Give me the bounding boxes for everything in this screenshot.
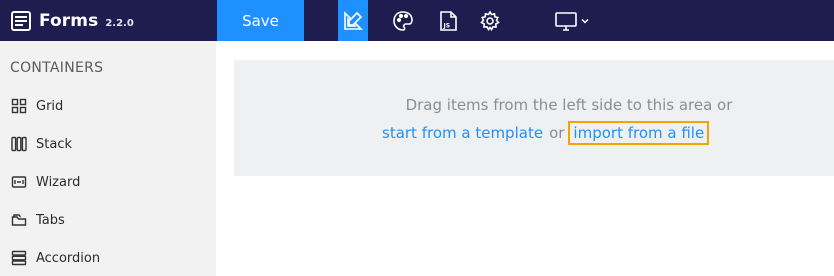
containers-heading: CONTAINERS xyxy=(10,60,104,76)
device-preview-dropdown[interactable] xyxy=(551,0,593,41)
sidebar-item-label: Grid xyxy=(36,98,64,114)
drop-zone-actions: start from a template or import from a f… xyxy=(382,120,710,146)
top-bar: Forms 2.2.0 Save JS xyxy=(0,0,834,41)
palette-icon xyxy=(392,10,414,32)
accordion-icon xyxy=(11,250,27,266)
gear-icon xyxy=(479,9,501,32)
app-brand: Forms 2.2.0 xyxy=(10,0,134,41)
toolbox-sidebar: CONTAINERS Grid Stack Wizard Tabs Accord… xyxy=(0,41,216,276)
grid-icon xyxy=(11,98,27,114)
app-name: Forms xyxy=(39,10,99,31)
app-version: 2.2.0 xyxy=(105,17,134,29)
forms-logo-icon xyxy=(10,10,32,32)
tabs-icon xyxy=(11,212,27,228)
code-tool-button[interactable]: JS xyxy=(434,0,462,41)
sidebar-item-accordion[interactable]: Accordion xyxy=(11,247,100,269)
chevron-down-icon xyxy=(580,16,590,26)
sidebar-item-wizard[interactable]: Wizard xyxy=(11,171,80,193)
theme-tool-button[interactable] xyxy=(389,0,417,41)
js-file-icon: JS xyxy=(437,10,459,32)
save-button[interactable]: Save xyxy=(217,0,304,41)
sidebar-item-label: Accordion xyxy=(36,250,101,266)
sidebar-item-grid[interactable]: Grid xyxy=(11,95,63,117)
or-text: or xyxy=(549,124,565,142)
sidebar-item-label: Stack xyxy=(36,136,72,152)
monitor-icon xyxy=(554,10,578,32)
svg-text:JS: JS xyxy=(443,22,451,29)
import-from-file-link[interactable]: import from a file xyxy=(568,121,710,145)
settings-tool-button[interactable] xyxy=(476,0,504,41)
designer-tool-button[interactable] xyxy=(338,0,368,41)
sidebar-item-stack[interactable]: Stack xyxy=(11,133,72,155)
ruler-pencil-icon xyxy=(342,10,364,32)
sidebar-item-label: Tabs xyxy=(36,212,65,228)
stack-icon xyxy=(11,136,27,152)
wizard-icon xyxy=(11,174,27,190)
start-from-template-link[interactable]: start from a template xyxy=(382,124,543,142)
sidebar-item-tabs[interactable]: Tabs xyxy=(11,209,65,231)
drop-zone-instructions: Drag items from the left side to this ar… xyxy=(405,96,733,114)
sidebar-item-label: Wizard xyxy=(36,174,81,190)
design-drop-zone[interactable]: Drag items from the left side to this ar… xyxy=(234,60,834,176)
